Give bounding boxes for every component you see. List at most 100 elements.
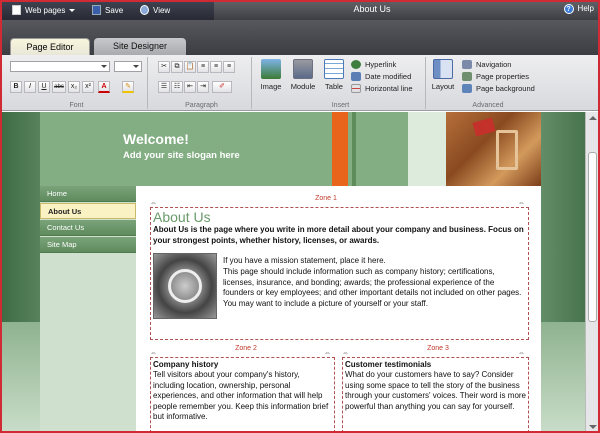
strikethrough-button[interactable]: abc — [52, 81, 66, 93]
insert-hyperlink-button[interactable]: Hyperlink — [351, 60, 396, 69]
header-stripe-orange — [332, 112, 348, 186]
zone1-photo[interactable] — [153, 253, 217, 319]
site-nav: Home About Us Contact Us Site Map — [40, 186, 136, 431]
zone2-heading[interactable]: Company history — [153, 360, 218, 371]
font-size-dropdown[interactable] — [114, 61, 142, 72]
nav-item-home[interactable]: Home — [40, 186, 136, 202]
header-photo — [446, 112, 541, 186]
save-label: Save — [105, 6, 124, 15]
cut-icon[interactable]: ✂ — [158, 61, 170, 73]
bold-button[interactable]: B — [10, 81, 22, 93]
scroll-up-arrow[interactable] — [589, 116, 597, 120]
page-background-icon — [462, 84, 472, 93]
insert-module-button[interactable]: Module — [288, 59, 318, 91]
page-background-button[interactable]: Page background — [462, 84, 535, 93]
insert-group-label: Insert — [331, 102, 350, 109]
scroll-down-arrow[interactable] — [589, 425, 597, 429]
page-properties-icon — [462, 72, 472, 81]
site-header: Welcome! Add your site slogan here — [40, 112, 541, 186]
zone3-move-handle[interactable]: ⇔ — [342, 350, 349, 357]
save-button[interactable]: Save — [92, 5, 123, 17]
align-center-icon[interactable]: ≡ — [210, 61, 222, 73]
navigation-button[interactable]: Navigation — [462, 60, 511, 69]
zone1[interactable]: About Us About Us is the page where you … — [150, 207, 529, 340]
zone3-label: Zone 3 — [427, 345, 449, 352]
zone2[interactable]: Company history Tell visitors about your… — [150, 357, 335, 431]
layout-label: Layout — [431, 82, 455, 91]
layout-button[interactable]: Layout — [430, 59, 456, 91]
tab-strip: Page Editor Site Designer — [2, 20, 598, 55]
highlight-button[interactable]: ✎ — [122, 81, 134, 93]
web-page: Welcome! Add your site slogan here Home … — [40, 112, 541, 431]
title-bar: Web pages Save View About Us ? Help — [2, 2, 598, 20]
site-welcome[interactable]: Welcome! — [123, 131, 189, 147]
header-stripe-green — [352, 112, 356, 186]
align-left-icon[interactable]: ≡ — [197, 61, 209, 73]
zone3-heading[interactable]: Customer testimonials — [345, 360, 431, 371]
zone2-move-handle[interactable]: ⇔ — [150, 350, 157, 357]
zone2-label: Zone 2 — [235, 345, 257, 352]
vertical-scrollbar[interactable] — [585, 112, 598, 431]
paste-icon[interactable]: 📋 — [184, 61, 196, 73]
insert-date-modified-button[interactable]: Date modified — [351, 72, 411, 81]
italic-button[interactable]: I — [24, 81, 36, 93]
zone1-mission[interactable]: If you have a mission statement, place i… — [223, 256, 525, 267]
outdent-icon[interactable]: ⇤ — [184, 81, 196, 93]
insert-module-label: Module — [290, 82, 316, 91]
image-icon — [261, 59, 281, 79]
layout-icon — [433, 59, 453, 79]
numbered-list-icon[interactable]: ☰ — [158, 81, 170, 93]
zone1-move-handle[interactable]: ⇔ — [150, 200, 157, 207]
subscript-button[interactable]: x₂ — [68, 81, 80, 93]
zone3-resize-handle[interactable]: ⇔ — [518, 350, 525, 357]
zone2-resize-handle[interactable]: ⇔ — [324, 350, 331, 357]
tab-site-designer[interactable]: Site Designer — [94, 38, 186, 55]
bullet-list-icon[interactable]: ☷ — [171, 81, 183, 93]
zone3[interactable]: Customer testimonials What do your custo… — [342, 357, 529, 431]
page-icon — [12, 5, 21, 15]
page-background-label: Page background — [476, 84, 535, 93]
zone1-resize-handle[interactable]: ⇔ — [518, 200, 525, 207]
insert-image-button[interactable]: Image — [258, 59, 284, 91]
insert-table-button[interactable]: Table — [322, 59, 346, 91]
nav-item-site-map[interactable]: Site Map — [40, 237, 136, 253]
zone1-heading[interactable]: About Us — [153, 209, 211, 225]
zone2-body[interactable]: Tell visitors about your company's histo… — [153, 370, 333, 423]
nav-item-contact-us[interactable]: Contact Us — [40, 220, 136, 236]
view-button[interactable]: View — [140, 5, 170, 17]
advanced-group-label: Advanced — [472, 102, 504, 109]
nav-item-about-us[interactable]: About Us — [40, 203, 136, 219]
zone3-body[interactable]: What do your customers have to say? Cons… — [345, 370, 527, 412]
date-modified-label: Date modified — [365, 72, 412, 81]
chevron-down-icon — [69, 9, 76, 12]
help-icon: ? — [563, 4, 574, 14]
font-family-dropdown[interactable] — [10, 61, 110, 72]
help-label: Help — [577, 4, 594, 13]
align-right-icon[interactable]: ≡ — [223, 61, 235, 73]
web-pages-menu[interactable]: Web pages — [12, 5, 76, 17]
font-group: B I U abc x₂ x² A ✎ Font — [6, 57, 148, 109]
hyperlink-icon — [351, 60, 361, 69]
insert-horizontal-line-button[interactable]: Horizontal line — [351, 84, 413, 93]
zone1-intro[interactable]: About Us is the page where you write in … — [153, 225, 525, 246]
tab-page-editor[interactable]: Page Editor — [10, 38, 90, 55]
font-color-button[interactable]: A — [98, 81, 110, 93]
underline-button[interactable]: U — [38, 81, 50, 93]
view-label: View — [153, 6, 171, 15]
scroll-thumb[interactable] — [588, 152, 597, 322]
zone1-body[interactable]: This page should include information suc… — [223, 267, 525, 309]
indent-icon[interactable]: ⇥ — [197, 81, 209, 93]
superscript-button[interactable]: x² — [82, 81, 94, 93]
copy-icon[interactable]: ⧉ — [171, 61, 183, 73]
help-button[interactable]: ? Help — [563, 4, 594, 14]
eraser-icon[interactable]: ✐ — [212, 81, 232, 93]
navigation-icon — [462, 60, 472, 69]
chevron-down-icon — [101, 65, 107, 68]
calendar-icon — [351, 72, 361, 81]
page-properties-button[interactable]: Page properties — [462, 72, 529, 81]
ribbon: B I U abc x₂ x² A ✎ Font ✂ ⧉ 📋 ≡ ≡ ≡ ☰ ☷… — [2, 55, 598, 111]
zone1-label: Zone 1 — [315, 195, 337, 202]
web-pages-label: Web pages — [25, 6, 66, 15]
photo-chair — [496, 130, 518, 170]
site-slogan[interactable]: Add your site slogan here — [123, 150, 240, 161]
